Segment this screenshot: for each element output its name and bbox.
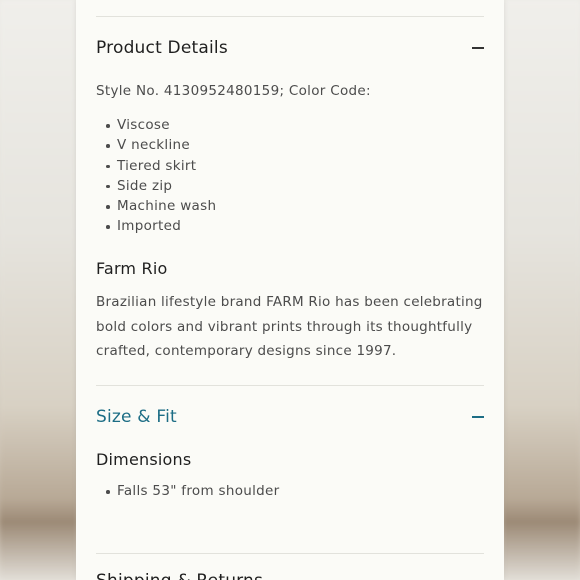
- product-details-title: Product Details: [96, 38, 228, 58]
- brand-description: Brazilian lifestyle brand FARM Rio has b…: [96, 294, 483, 359]
- list-item: V neckline: [96, 135, 216, 155]
- next-section-title: Shipping & Returns: [96, 571, 263, 580]
- background-left: [0, 0, 76, 580]
- feature-list: Viscose V neckline Tiered skirt Side zip…: [96, 115, 216, 237]
- minus-icon[interactable]: [472, 416, 484, 418]
- list-item: Tiered skirt: [96, 156, 216, 176]
- dimensions-list: Falls 53" from shoulder: [96, 481, 280, 501]
- product-info-panel: Product Details Style No. 4130952480159;…: [76, 0, 504, 580]
- size-fit-header[interactable]: Size & Fit: [96, 402, 484, 432]
- section-divider: [96, 385, 484, 386]
- list-item: Machine wash: [96, 196, 216, 216]
- size-fit-title: Size & Fit: [96, 407, 177, 427]
- list-item: Side zip: [96, 176, 216, 196]
- section-divider: [96, 553, 484, 554]
- list-item: Imported: [96, 216, 216, 236]
- minus-icon[interactable]: [472, 47, 484, 49]
- next-section-header[interactable]: Shipping & Returns: [96, 566, 484, 580]
- product-details-header[interactable]: Product Details: [96, 33, 484, 63]
- brand-heading: Farm Rio: [96, 259, 168, 278]
- style-number: Style No. 4130952480159; Color Code:: [96, 83, 371, 99]
- background-right: [504, 0, 580, 580]
- list-item: Viscose: [96, 115, 216, 135]
- top-divider: [96, 16, 484, 17]
- list-item: Falls 53" from shoulder: [96, 481, 280, 501]
- dimensions-heading: Dimensions: [96, 450, 192, 469]
